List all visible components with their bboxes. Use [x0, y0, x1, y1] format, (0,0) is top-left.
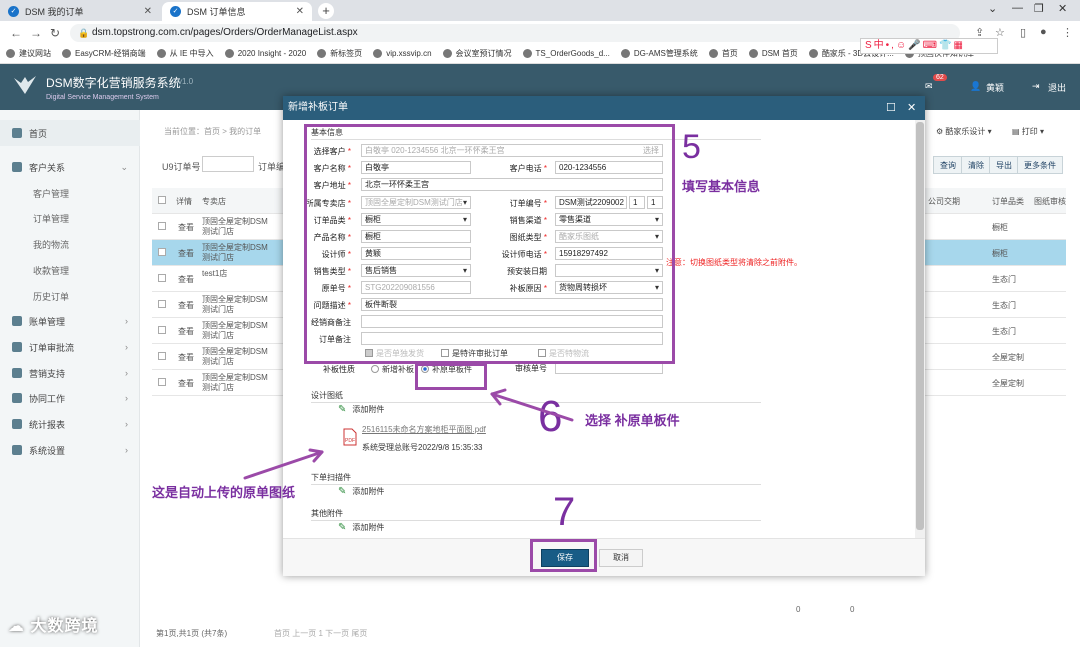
watermark-text: 大数跨境	[30, 618, 99, 635]
annotation-arrows	[243, 388, 574, 480]
watermark: ☁ 大数跨境	[8, 612, 98, 636]
arrow-to-pdf	[243, 450, 324, 480]
arrow-to-radio	[490, 392, 574, 422]
watermark-logo-icon: ☁	[8, 618, 31, 635]
